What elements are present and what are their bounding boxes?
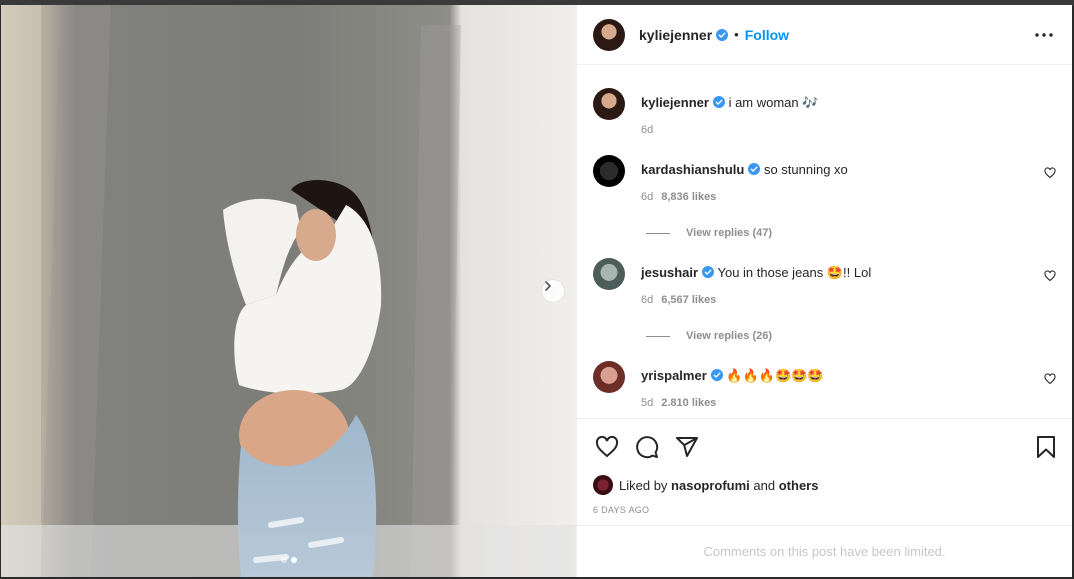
save-button[interactable] xyxy=(1032,433,1060,461)
commenter-avatar[interactable] xyxy=(593,155,625,187)
more-options-button[interactable] xyxy=(1032,23,1056,47)
comment-icon xyxy=(636,436,659,459)
caption-row: kyliejenner i am woman 🎶 6d xyxy=(593,88,1056,136)
comment-likes[interactable]: 2.810 likes xyxy=(661,397,716,409)
view-replies-label: View replies (26) xyxy=(686,330,773,342)
like-comment-heart-icon[interactable] xyxy=(1044,270,1056,282)
separator-bullet: • xyxy=(734,27,739,42)
comment-likes[interactable]: 6,567 likes xyxy=(661,294,716,306)
liked-by-prefix: Liked by xyxy=(619,477,668,493)
next-photo-button[interactable] xyxy=(541,279,565,303)
comment-username[interactable]: yrispalmer xyxy=(641,368,707,383)
like-comment-heart-icon[interactable] xyxy=(1044,167,1056,179)
liker-avatar[interactable] xyxy=(593,475,613,495)
verified-icon xyxy=(710,369,723,381)
caption-username[interactable]: kyliejenner xyxy=(641,95,709,110)
author-avatar[interactable] xyxy=(593,88,625,120)
comment-time: 6d xyxy=(641,294,654,306)
replies-divider xyxy=(646,232,670,234)
post-date: 6 DAYS AGO xyxy=(593,505,650,515)
comment-row: yrispalmer 🔥🔥🔥🤩🤩🤩 5d 2.810 likes xyxy=(593,361,1056,409)
comment-meta: 5d 2.810 likes xyxy=(641,397,824,409)
post-photo[interactable] xyxy=(1,5,576,577)
comment-button[interactable] xyxy=(633,433,661,461)
verified-icon xyxy=(702,266,715,278)
comments-list[interactable]: kyliejenner i am woman 🎶 6d kardashiansh… xyxy=(577,66,1072,418)
follow-button[interactable]: Follow xyxy=(745,27,789,43)
carousel-dot xyxy=(281,557,287,563)
comments-limited-text: Comments on this post have been limited. xyxy=(703,544,946,559)
view-replies-button[interactable]: View replies (47) xyxy=(646,227,848,239)
comment-meta: 6d 8,836 likes xyxy=(641,191,848,203)
verified-icon xyxy=(712,96,725,108)
comments-limited-notice: Comments on this post have been limited. xyxy=(577,525,1072,577)
comment-username[interactable]: kardashianshulu xyxy=(641,162,744,177)
action-icons xyxy=(593,433,1056,461)
liker-username[interactable]: nasoprofumi xyxy=(671,478,750,493)
heart-icon xyxy=(595,435,619,458)
carousel-dot-active xyxy=(291,557,297,563)
comment-body: 🔥🔥🔥🤩🤩🤩 xyxy=(726,368,824,383)
commenter-avatar[interactable] xyxy=(593,361,625,393)
liked-by: Liked by nasoprofumi and others xyxy=(593,475,1056,495)
comment-time: 6d xyxy=(641,191,654,203)
more-icon xyxy=(1035,32,1053,37)
post-header: kyliejenner • Follow xyxy=(577,5,1072,65)
view-replies-button[interactable]: View replies (26) xyxy=(646,330,871,342)
verified-icon xyxy=(716,28,729,41)
author-avatar[interactable] xyxy=(593,18,625,51)
replies-divider xyxy=(646,335,670,337)
photo-illustration xyxy=(1,5,576,577)
view-replies-label: View replies (47) xyxy=(686,227,773,239)
verified-icon xyxy=(748,163,761,175)
comment-username[interactable]: jesushair xyxy=(641,265,698,280)
comment-time: 5d xyxy=(641,397,654,409)
like-comment-heart-icon[interactable] xyxy=(1044,373,1056,385)
share-icon xyxy=(676,437,698,457)
caption-text: kyliejenner i am woman 🎶 xyxy=(641,88,818,112)
comment-body: You in those jeans 🤩!! Lol xyxy=(717,265,872,280)
bookmark-icon xyxy=(1037,436,1055,458)
share-button[interactable] xyxy=(673,433,701,461)
comment-text: kardashianshulu so stunning xo xyxy=(641,155,848,179)
comment-row: kardashianshulu so stunning xo 6d 8,836 l… xyxy=(593,155,1056,239)
author-username[interactable]: kyliejenner xyxy=(639,27,712,43)
commenter-avatar[interactable] xyxy=(593,258,625,290)
comment-likes[interactable]: 8,836 likes xyxy=(661,191,716,203)
comment-text: jesushair You in those jeans 🤩!! Lol xyxy=(641,258,871,282)
post-modal: kyliejenner • Follow kyliejenner i am wo… xyxy=(1,5,1072,577)
post-actions: Liked by nasoprofumi and others 6 DAYS A… xyxy=(577,418,1072,515)
post-side-panel: kyliejenner • Follow kyliejenner i am wo… xyxy=(576,5,1072,577)
caption-time: 6d xyxy=(641,124,654,136)
comment-meta: 6d 6,567 likes xyxy=(641,294,871,306)
comment-body: so stunning xo xyxy=(763,162,848,177)
chevron-right-icon xyxy=(545,281,551,291)
carousel-dots xyxy=(281,557,297,563)
liked-by-and: and xyxy=(753,477,776,493)
caption-body: i am woman 🎶 xyxy=(728,95,819,110)
comment-text: yrispalmer 🔥🔥🔥🤩🤩🤩 xyxy=(641,361,824,385)
liked-by-others[interactable]: others xyxy=(779,478,819,493)
caption-meta: 6d xyxy=(641,124,818,136)
comment-row: jesushair You in those jeans 🤩!! Lol 6d 6… xyxy=(593,258,1056,342)
like-button[interactable] xyxy=(593,433,621,461)
